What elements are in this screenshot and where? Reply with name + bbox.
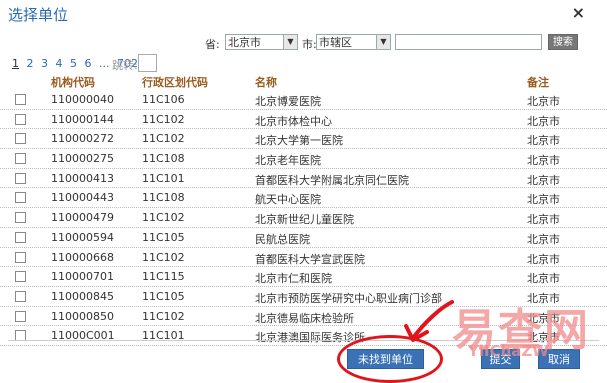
- watermark-text: YiIChaZW: [468, 342, 549, 360]
